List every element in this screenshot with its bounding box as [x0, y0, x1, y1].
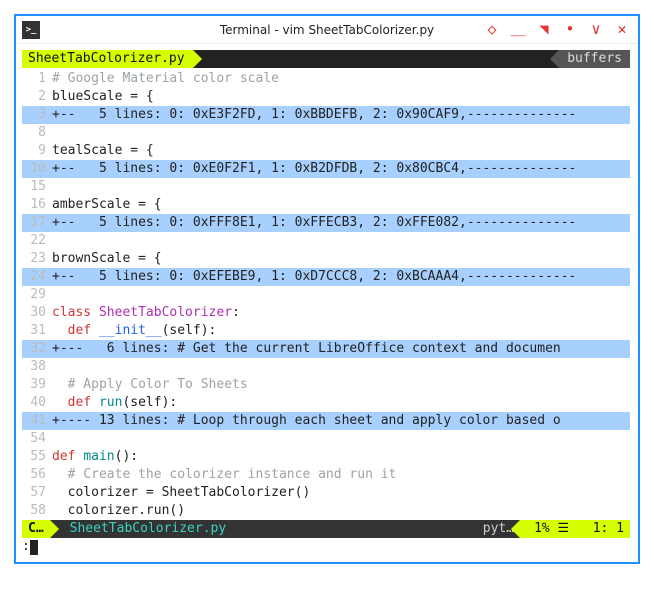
window-close-button[interactable]: ✕ — [614, 22, 630, 37]
line-text: +-- 5 lines: 0: 0xEFEBE9, 1: 0xD7CCC8, 2… — [52, 268, 630, 286]
statusline: C… SheetTabColorizer.py pyt… 1% ☰ 1: 1 — [22, 520, 630, 538]
terminal-area[interactable]: SheetTabColorizer.py buffers 1# Google M… — [16, 44, 638, 562]
window-shade-button[interactable]: ∨ — [588, 22, 604, 37]
window-title: Terminal - vim SheetTabColorizer.py — [220, 23, 434, 37]
code-line: 38 — [22, 358, 630, 376]
vim-tabline: SheetTabColorizer.py buffers — [22, 50, 630, 68]
code-line: 16amberScale = { — [22, 196, 630, 214]
line-number: 57 — [22, 484, 52, 502]
line-number: 54 — [22, 430, 52, 448]
code-line: 29 — [22, 286, 630, 304]
window-maximize-button[interactable]: ◥ — [536, 22, 552, 37]
line-text: # Apply Color To Sheets — [52, 376, 630, 394]
line-number: 31 — [22, 322, 52, 340]
code-line: 54 — [22, 430, 630, 448]
tab-active[interactable]: SheetTabColorizer.py — [22, 50, 193, 68]
menu-icon: ☰ — [558, 520, 570, 538]
line-text: brownScale = { — [52, 250, 630, 268]
terminal-icon: >_ — [22, 21, 40, 39]
line-text: blueScale = { — [52, 88, 630, 106]
line-number: 1 — [22, 70, 52, 88]
fold-line[interactable]: 24+-- 5 lines: 0: 0xEFEBE9, 1: 0xD7CCC8,… — [22, 268, 630, 286]
line-text: +---- 13 lines: # Loop through each shee… — [52, 412, 630, 430]
window-buttons: ◇ ＿ ◥ • ∨ ✕ — [484, 22, 638, 37]
fold-line[interactable]: 41+---- 13 lines: # Loop through each sh… — [22, 412, 630, 430]
code-line: 30class SheetTabColorizer: — [22, 304, 630, 322]
line-text: def main(): — [52, 448, 630, 466]
code-line: 40 def run(self): — [22, 394, 630, 412]
line-number: 2 — [22, 88, 52, 106]
line-number: 40 — [22, 394, 52, 412]
status-filetype: pyt… — [477, 520, 520, 538]
line-number: 15 — [22, 178, 52, 196]
cursor — [30, 540, 38, 555]
status-filename: SheetTabColorizer.py — [50, 520, 477, 538]
status-position: 1% ☰ 1: 1 — [520, 520, 630, 538]
line-number: 23 — [22, 250, 52, 268]
line-number: 39 — [22, 376, 52, 394]
line-text: # Create the colorizer instance and run … — [52, 466, 630, 484]
line-text: class SheetTabColorizer: — [52, 304, 630, 322]
code-line: 2blueScale = { — [22, 88, 630, 106]
code-line: 8 — [22, 124, 630, 142]
line-text: +-- 5 lines: 0: 0xE0F2F1, 1: 0xB2DFDB, 2… — [52, 160, 630, 178]
titlebar: >_ Terminal - vim SheetTabColorizer.py ◇… — [16, 16, 638, 44]
line-text: def run(self): — [52, 394, 630, 412]
line-number: 24 — [22, 268, 52, 286]
code-line: 1# Google Material color scale — [22, 70, 630, 88]
line-number: 56 — [22, 466, 52, 484]
line-text: tealScale = { — [52, 142, 630, 160]
line-number: 22 — [22, 232, 52, 250]
line-number: 9 — [22, 142, 52, 160]
code-line: 57 colorizer = SheetTabColorizer() — [22, 484, 630, 502]
window-minimize-button[interactable]: ＿ — [510, 22, 526, 37]
line-number: 3 — [22, 106, 52, 124]
line-text: +--- 6 lines: # Get the current LibreOff… — [52, 340, 630, 358]
code-line: 58 colorizer.run() — [22, 502, 630, 520]
code-line: 15 — [22, 178, 630, 196]
line-text: colorizer.run() — [52, 502, 630, 520]
fold-line[interactable]: 32+--- 6 lines: # Get the current LibreO… — [22, 340, 630, 358]
terminal-window: >_ Terminal - vim SheetTabColorizer.py ◇… — [14, 14, 640, 564]
code-line: 39 # Apply Color To Sheets — [22, 376, 630, 394]
line-number: 29 — [22, 286, 52, 304]
code-line: 9tealScale = { — [22, 142, 630, 160]
command-line[interactable]: : — [22, 538, 630, 556]
fold-line[interactable]: 10+-- 5 lines: 0: 0xE0F2F1, 1: 0xB2DFDB,… — [22, 160, 630, 178]
line-number: 38 — [22, 358, 52, 376]
line-number: 10 — [22, 160, 52, 178]
window-dot-button[interactable]: • — [562, 22, 578, 37]
line-text: # Google Material color scale — [52, 70, 630, 88]
fold-line[interactable]: 17+-- 5 lines: 0: 0xFFF8E1, 1: 0xFFECB3,… — [22, 214, 630, 232]
code-line: 56 # Create the colorizer instance and r… — [22, 466, 630, 484]
line-number: 30 — [22, 304, 52, 322]
line-number: 17 — [22, 214, 52, 232]
fold-line[interactable]: 3+-- 5 lines: 0: 0xE3F2FD, 1: 0xBBDEFB, … — [22, 106, 630, 124]
code-line: 31 def __init__(self): — [22, 322, 630, 340]
line-number: 55 — [22, 448, 52, 466]
code-area[interactable]: 1# Google Material color scale2blueScale… — [22, 70, 630, 520]
line-number: 16 — [22, 196, 52, 214]
line-text: amberScale = { — [52, 196, 630, 214]
tab-buffers[interactable]: buffers — [559, 50, 630, 68]
status-mode: C… — [22, 520, 50, 538]
line-number: 58 — [22, 502, 52, 520]
line-text: def __init__(self): — [52, 322, 630, 340]
line-number: 41 — [22, 412, 52, 430]
line-text: colorizer = SheetTabColorizer() — [52, 484, 630, 502]
code-line: 55def main(): — [22, 448, 630, 466]
window-stick-button[interactable]: ◇ — [484, 22, 500, 37]
line-text: +-- 5 lines: 0: 0xFFF8E1, 1: 0xFFECB3, 2… — [52, 214, 630, 232]
code-line: 22 — [22, 232, 630, 250]
line-text: +-- 5 lines: 0: 0xE3F2FD, 1: 0xBBDEFB, 2… — [52, 106, 630, 124]
line-number: 8 — [22, 124, 52, 142]
code-line: 23brownScale = { — [22, 250, 630, 268]
line-number: 32 — [22, 340, 52, 358]
